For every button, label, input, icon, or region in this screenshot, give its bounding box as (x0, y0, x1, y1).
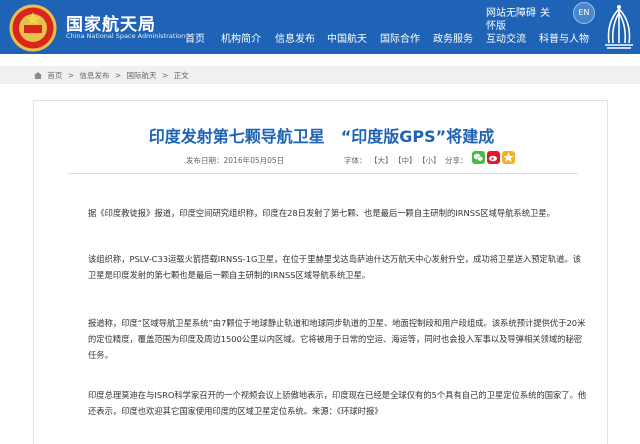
article-title: 印度发射第七颗导航卫星 “印度版GPS”将建成 (148, 127, 495, 146)
font-size-large[interactable]: 【大】 (370, 155, 393, 166)
font-size-medium[interactable]: 【中】 (394, 155, 417, 166)
nav-about[interactable]: 机构简介 (221, 30, 261, 45)
article-paragraph: 据《印度教徒报》报道，印度空间研究组织称，印度在28日发射了第七颗、也是最后一颗… (88, 208, 555, 218)
nav-home[interactable]: 首页 (185, 30, 205, 45)
article-paragraph: 报道称，印度“区域导航卫星系统”由7颗位于地球静止轨道和地球同步轨道的卫星、地面… (88, 318, 586, 360)
share-label: 分享： (445, 156, 468, 165)
nav-china-space[interactable]: 中国航天 (327, 30, 367, 45)
qzone-share-icon[interactable] (502, 151, 515, 164)
national-emblem-icon[interactable] (8, 3, 58, 53)
title-divider (68, 173, 578, 174)
breadcrumb-separator: > (161, 71, 169, 80)
language-en-button[interactable]: EN (573, 2, 595, 24)
breadcrumb: 首页 > 信息发布 > 国际航天 > 正文 (34, 70, 192, 81)
home-icon (34, 72, 42, 79)
breadcrumb-news[interactable]: 信息发布 (79, 71, 109, 80)
space-agency-emblem-icon (605, 5, 633, 49)
breadcrumb-separator: > (114, 71, 122, 80)
nav-gov-services[interactable]: 政务服务 (433, 30, 473, 45)
breadcrumb-home[interactable]: 首页 (47, 71, 62, 80)
nav-news[interactable]: 信息发布 (275, 30, 315, 45)
close-link[interactable]: 关 (540, 4, 550, 19)
article-paragraph: 印度总理莫迪在与ISRO科学家召开的一个视频会议上骄傲地表示，印度现在已经是全球… (88, 390, 587, 416)
breadcrumb-separator: > (67, 71, 75, 80)
nav-intl-cooperation[interactable]: 国际合作 (380, 30, 420, 45)
article-paragraph: 该组织称，PSLV-C33运载火箭搭载IRNSS-1G卫星，在位于里赫里戈达岛萨… (88, 254, 582, 280)
font-size-small[interactable]: 【小】 (418, 155, 441, 166)
weibo-share-icon[interactable] (487, 151, 500, 164)
article-panel: 印度发射第七颗导航卫星 “印度版GPS”将建成 发布日期：2016年05月05日… (33, 100, 608, 444)
site-header: 国家航天局 China National Space Administratio… (0, 0, 640, 54)
font-size-label: 字体： (344, 156, 367, 165)
breadcrumb-bar: 首页 > 信息发布 > 国际航天 > 正文 (0, 66, 640, 84)
nav-interaction[interactable]: 互动交流 (486, 30, 526, 45)
breadcrumb-current: 正文 (173, 71, 189, 80)
publish-date: 发布日期：2016年05月05日 (186, 156, 285, 165)
site-name-english: China National Space Administration (66, 32, 186, 40)
main-nav: 首页 机构简介 信息发布 中国航天 国际合作 政务服务 互动交流 科普与人物 (175, 30, 595, 46)
wechat-share-icon[interactable] (472, 151, 485, 164)
nav-science[interactable]: 科普与人物 (539, 30, 589, 45)
breadcrumb-intl-space[interactable]: 国际航天 (127, 71, 157, 80)
